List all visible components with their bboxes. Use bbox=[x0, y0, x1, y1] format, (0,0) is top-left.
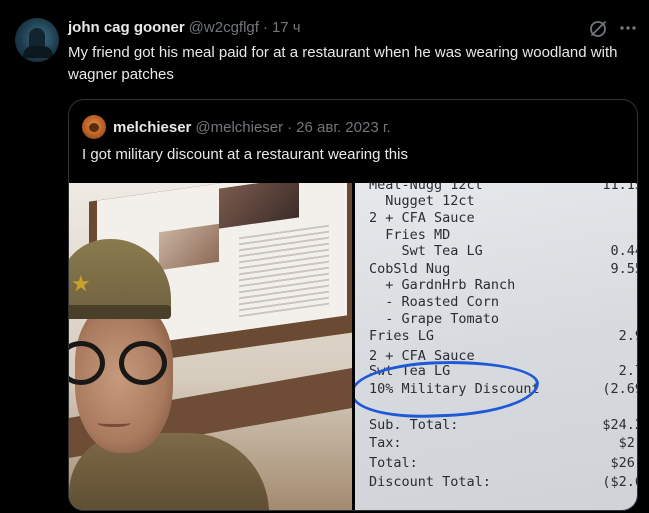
receipt-line-item: Sub. Total: bbox=[369, 417, 459, 433]
receipt-line-item: + GardnHrb Ranch bbox=[369, 277, 516, 293]
tweet-text: My friend got his meal paid for at a res… bbox=[68, 44, 618, 83]
author-avatar[interactable] bbox=[15, 18, 59, 62]
receipt-photo[interactable]: Meal-Nugg 12ct 11.15 Nugget 12ct2 + CFA S… bbox=[355, 183, 637, 510]
receipt-line-amount: 2.9 bbox=[618, 328, 637, 344]
selfie-photo[interactable]: ★ bbox=[69, 183, 352, 510]
receipt-line-amount: 11.15 bbox=[602, 183, 637, 193]
receipt-line-amount: $26. bbox=[610, 455, 637, 471]
quoted-tweet[interactable]: melchieser @melchieser · 26 авг. 2023 г.… bbox=[68, 99, 638, 511]
receipt-line-item: - Roasted Corn bbox=[369, 294, 500, 310]
quote-author-name[interactable]: melchieser bbox=[113, 119, 191, 136]
receipt-line-amount: $2. bbox=[618, 435, 637, 451]
receipt-line-item: Meal-Nugg 12ct bbox=[369, 183, 483, 193]
tweet-header: john cag gooner @w2cgflgf · 17 ч bbox=[68, 17, 301, 37]
quote-header: melchieser @melchieser · 26 авг. 2023 г. bbox=[113, 117, 391, 137]
quote-media: ★ Meal-Nugg 12ct 11.15 Nugget 12ct2 + CFA… bbox=[69, 183, 637, 510]
receipt-line-item: Tax: bbox=[369, 435, 402, 451]
receipt-line-item: Discount Total: bbox=[369, 474, 491, 490]
quote-author-handle[interactable]: @melchieser bbox=[195, 119, 283, 136]
receipt-line-amount: 0.44 bbox=[610, 243, 637, 259]
author-name[interactable]: john cag gooner bbox=[68, 19, 185, 36]
receipt-line-item: 2 + CFA Sauce bbox=[369, 210, 475, 226]
quote-separator-dot: · bbox=[287, 118, 293, 136]
separator-dot: · bbox=[262, 18, 268, 36]
quote-author-avatar[interactable] bbox=[82, 115, 106, 139]
receipt: Meal-Nugg 12ct 11.15 Nugget 12ct2 + CFA S… bbox=[355, 183, 637, 510]
receipt-line-amount: (2.69 bbox=[602, 381, 637, 397]
more-icon[interactable] bbox=[618, 18, 638, 38]
receipt-line-amount: $24.2 bbox=[602, 417, 637, 433]
receipt-line-item: - Grape Tomato bbox=[369, 311, 500, 327]
grok-icon[interactable] bbox=[588, 19, 608, 39]
receipt-line-item: Fries MD bbox=[369, 227, 451, 243]
receipt-line-amount: 9.55 bbox=[610, 261, 637, 277]
quote-date[interactable]: 26 авг. 2023 г. bbox=[296, 119, 390, 136]
receipt-line-item: Nugget 12ct bbox=[369, 193, 475, 209]
tweet-time[interactable]: 17 ч bbox=[272, 19, 301, 36]
receipt-line-item: Swt Tea LG bbox=[369, 243, 483, 259]
receipt-line-item: CobSld Nug bbox=[369, 261, 451, 277]
receipt-line-item: Fries LG bbox=[369, 328, 435, 344]
receipt-line-item: Total: bbox=[369, 455, 418, 471]
receipt-line-amount: 2.7 bbox=[618, 363, 637, 379]
author-handle[interactable]: @w2cgflgf bbox=[189, 19, 259, 36]
quote-text: I got military discount at a restaurant … bbox=[82, 146, 408, 163]
receipt-line-amount: ($2.6 bbox=[602, 474, 637, 490]
